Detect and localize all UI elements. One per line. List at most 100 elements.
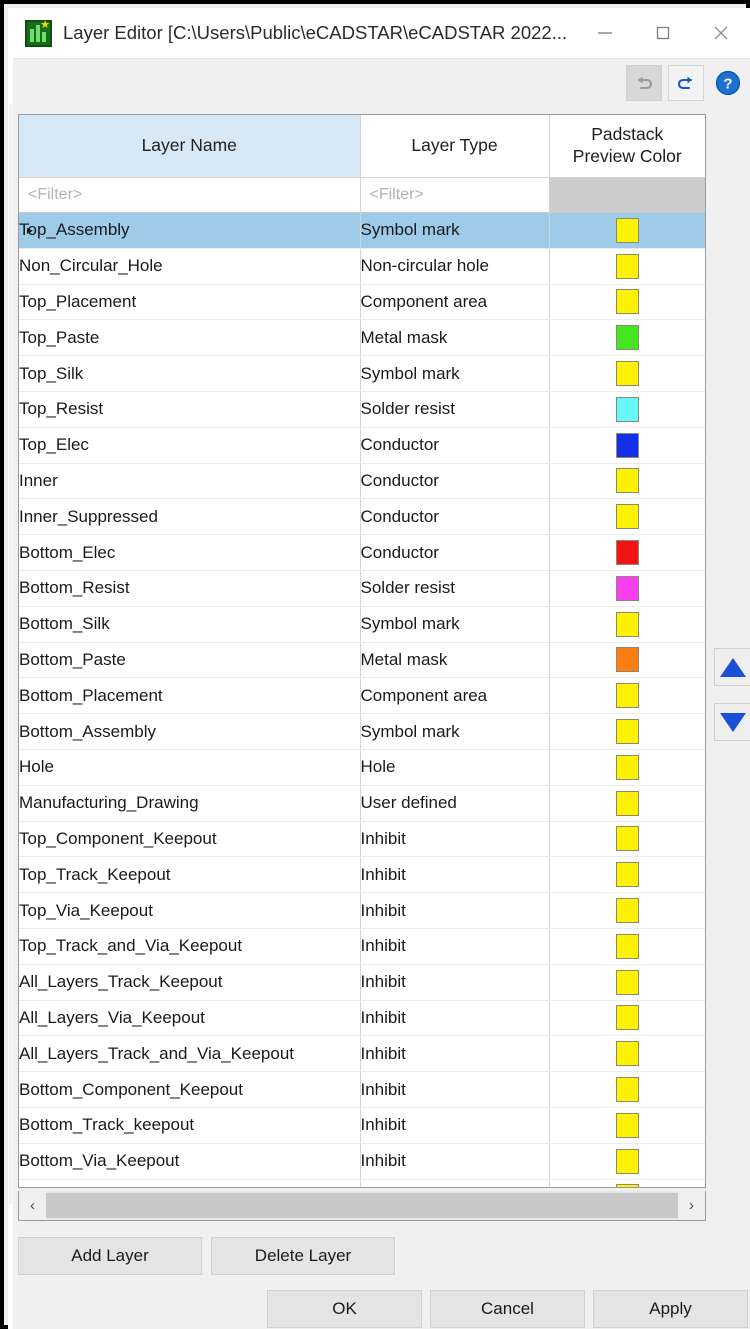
cell-padstack-preview-color[interactable] xyxy=(549,212,705,249)
cell-padstack-preview-color[interactable] xyxy=(549,713,705,750)
color-swatch[interactable] xyxy=(615,933,639,959)
table-row[interactable]: Bottom_Placement Component area xyxy=(19,677,705,715)
color-swatch[interactable] xyxy=(615,898,639,924)
cell-layer-name[interactable]: All_Layers_Via_Keepout xyxy=(19,1000,361,1037)
cell-layer-name[interactable]: Bottom_Elec xyxy=(19,534,361,571)
color-swatch[interactable] xyxy=(615,862,639,888)
cell-layer-type[interactable]: Solder resist xyxy=(360,570,550,607)
cell-padstack-preview-color[interactable] xyxy=(549,892,705,929)
cell-layer-name[interactable]: Top_Placement xyxy=(19,284,361,321)
cell-layer-type[interactable]: Conductor xyxy=(360,498,550,536)
table-row[interactable]: Top_AssemblySymbol mark xyxy=(19,212,705,249)
cell-layer-name[interactable]: All_Layers_Track_and_Via_Keepout xyxy=(19,1035,361,1073)
table-row[interactable]: Top_Elec Conductor xyxy=(19,427,705,464)
layer-table-panel[interactable]: Layer Name Layer Type Padstack Preview C… xyxy=(18,114,706,1188)
undo-icon[interactable] xyxy=(626,65,662,101)
minimize-icon[interactable] xyxy=(576,8,634,58)
cell-layer-type[interactable]: Conductor xyxy=(360,534,550,571)
color-swatch[interactable] xyxy=(615,647,639,673)
table-row[interactable]: All_Layers_Track_and_Via_Keepout Inhibit xyxy=(19,1035,705,1073)
table-row[interactable]: Top_Placement Component area xyxy=(19,284,705,321)
color-swatch[interactable] xyxy=(615,754,639,780)
filter-input-layer-name[interactable]: <Filter> xyxy=(19,177,361,213)
table-row[interactable]: All_Layers_Via_Keepout Inhibit xyxy=(19,1000,705,1037)
cell-layer-name[interactable]: Manufacturing_Drawing xyxy=(19,785,361,822)
cell-layer-name[interactable]: Bottom_Paste xyxy=(19,642,361,679)
cell-padstack-preview-color[interactable] xyxy=(549,391,705,428)
color-swatch[interactable] xyxy=(615,361,639,387)
cell-padstack-preview-color[interactable] xyxy=(549,856,705,894)
cell-layer-type[interactable]: Conductor xyxy=(360,463,550,500)
cell-layer-type[interactable]: Metal mask xyxy=(360,642,550,679)
cell-layer-name[interactable]: Top_Component_Keepout xyxy=(19,821,361,858)
redo-icon[interactable] xyxy=(668,65,704,101)
color-swatch[interactable] xyxy=(615,504,639,530)
cell-layer-type[interactable]: Inhibit xyxy=(360,892,550,929)
cell-layer-type[interactable]: Inhibit xyxy=(360,821,550,858)
cell-padstack-preview-color[interactable] xyxy=(549,928,705,965)
cell-layer-type[interactable]: Inhibit xyxy=(360,1035,550,1073)
cell-layer-type[interactable]: Inhibit xyxy=(360,1179,550,1187)
cell-layer-type[interactable]: Component area xyxy=(360,677,550,715)
cell-layer-name[interactable]: Top_Resist xyxy=(19,391,361,428)
color-swatch[interactable] xyxy=(615,325,639,351)
cell-padstack-preview-color[interactable] xyxy=(549,1179,705,1187)
cell-padstack-preview-color[interactable] xyxy=(549,1107,705,1144)
scroll-left-icon[interactable]: ‹ xyxy=(19,1191,46,1220)
color-swatch[interactable] xyxy=(615,540,639,566)
cell-padstack-preview-color[interactable] xyxy=(549,534,705,571)
move-down-button[interactable] xyxy=(714,703,750,741)
table-row[interactable]: Top_Track_and_Via_Keepout Inhibit xyxy=(19,928,705,965)
color-swatch[interactable] xyxy=(615,969,639,995)
cell-layer-type[interactable]: Symbol mark xyxy=(360,606,550,643)
color-swatch[interactable] xyxy=(615,790,639,816)
column-header-layer-name[interactable]: Layer Name xyxy=(19,115,361,178)
color-swatch[interactable] xyxy=(615,217,639,243)
cell-padstack-preview-color[interactable] xyxy=(549,606,705,643)
table-row[interactable]: Bottom_Track_and_Via_KeepoutInhibit xyxy=(19,1179,705,1187)
table-row[interactable]: Top_Resist Solder resist xyxy=(19,391,705,428)
cell-layer-type[interactable]: Inhibit xyxy=(360,1143,550,1180)
table-row[interactable]: Bottom_Resist Solder resist xyxy=(19,570,705,607)
cell-layer-type[interactable]: Symbol mark xyxy=(360,355,550,392)
table-row[interactable]: Top_Paste Metal mask xyxy=(19,319,705,357)
color-swatch[interactable] xyxy=(615,1005,639,1031)
ok-button[interactable]: OK xyxy=(267,1290,422,1328)
color-swatch[interactable] xyxy=(615,611,639,637)
table-row[interactable]: Bottom_Track_keepout Inhibit xyxy=(19,1107,705,1144)
scrollbar-thumb[interactable] xyxy=(46,1193,678,1218)
table-row[interactable]: Top_Silk Symbol mark xyxy=(19,355,705,392)
cell-padstack-preview-color[interactable] xyxy=(549,821,705,858)
cell-layer-name[interactable]: Non_Circular_Hole xyxy=(19,248,361,285)
cell-layer-type[interactable]: Conductor xyxy=(360,427,550,464)
cell-layer-name[interactable]: Bottom_Track_and_Via_Keepout xyxy=(19,1179,361,1187)
cell-padstack-preview-color[interactable] xyxy=(549,642,705,679)
close-icon[interactable] xyxy=(692,8,750,58)
cell-layer-name[interactable]: Bottom_Via_Keepout xyxy=(19,1143,361,1180)
help-icon[interactable]: ? xyxy=(710,65,746,101)
table-row[interactable]: Bottom_Component_Keepout Inhibit xyxy=(19,1071,705,1108)
color-swatch[interactable] xyxy=(615,396,639,422)
cell-layer-name[interactable]: Top_Paste xyxy=(19,319,361,357)
cell-layer-type[interactable]: Metal mask xyxy=(360,319,550,357)
cell-padstack-preview-color[interactable] xyxy=(549,677,705,715)
color-swatch[interactable] xyxy=(615,1184,639,1187)
cell-layer-name[interactable]: Bottom_Track_keepout xyxy=(19,1107,361,1144)
cell-layer-name[interactable]: Bottom_Component_Keepout xyxy=(19,1071,361,1108)
cell-layer-name[interactable]: Inner_Suppressed xyxy=(19,498,361,536)
color-swatch[interactable] xyxy=(615,289,639,315)
cell-layer-name[interactable]: Top_Track_Keepout xyxy=(19,856,361,894)
table-row[interactable]: All_Layers_Track_Keepout Inhibit xyxy=(19,964,705,1001)
cell-layer-type[interactable]: Inhibit xyxy=(360,1000,550,1037)
cell-padstack-preview-color[interactable] xyxy=(549,570,705,607)
move-up-button[interactable] xyxy=(714,648,750,686)
cell-layer-name[interactable]: Bottom_Assembly xyxy=(19,713,361,750)
color-swatch[interactable] xyxy=(615,826,639,852)
cell-layer-type[interactable]: Non-circular hole xyxy=(360,248,550,285)
cell-padstack-preview-color[interactable] xyxy=(549,355,705,392)
color-swatch[interactable] xyxy=(615,1148,639,1174)
cell-padstack-preview-color[interactable] xyxy=(549,785,705,822)
cell-layer-name[interactable]: Bottom_Silk xyxy=(19,606,361,643)
cell-layer-name[interactable]: Bottom_Resist xyxy=(19,570,361,607)
cell-layer-type[interactable]: Hole xyxy=(360,749,550,786)
